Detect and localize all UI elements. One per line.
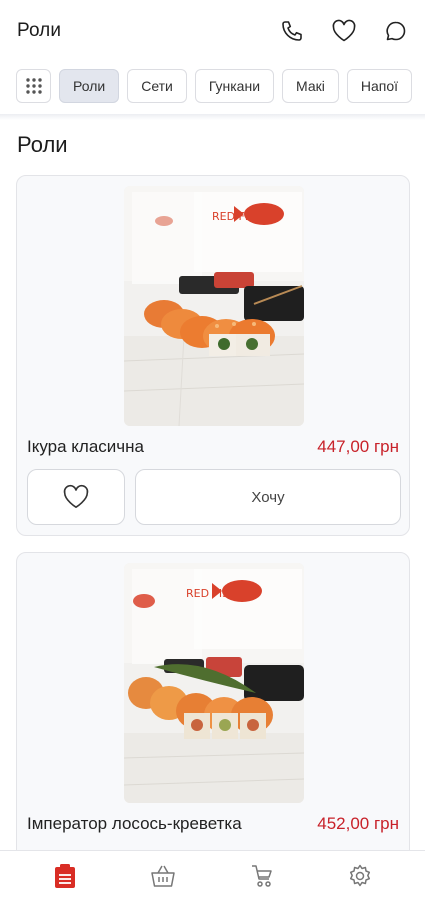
top-app-bar: Роли bbox=[0, 0, 425, 62]
grid-icon[interactable] bbox=[16, 69, 51, 103]
add-to-favorites-button[interactable] bbox=[27, 469, 125, 525]
header-actions bbox=[279, 18, 409, 44]
product-name: Імператор лосось-креветка bbox=[27, 814, 242, 833]
category-chip-napoi[interactable]: Напої bbox=[346, 69, 413, 103]
product-card: RED FISH Імператор лосось-креветка 452,0… bbox=[16, 552, 410, 872]
product-name: Ікура класична bbox=[27, 437, 144, 456]
product-photo[interactable]: RED FISH bbox=[124, 563, 304, 803]
heart-icon[interactable] bbox=[331, 18, 357, 44]
section-title: Роли bbox=[17, 132, 68, 157]
nav-menu[interactable] bbox=[45, 856, 85, 896]
header-divider bbox=[0, 114, 425, 120]
chat-icon[interactable] bbox=[383, 18, 409, 44]
product-photo[interactable]: RED FISH bbox=[124, 186, 304, 426]
settings-icon bbox=[349, 864, 370, 886]
category-chip-roly[interactable]: Роли bbox=[59, 69, 120, 103]
nav-delivery[interactable] bbox=[242, 856, 282, 896]
nav-basket[interactable] bbox=[143, 856, 183, 896]
product-price: 452,00 грн bbox=[317, 814, 399, 833]
bottom-navigation bbox=[0, 850, 425, 900]
category-chip-sety[interactable]: Сети bbox=[127, 69, 187, 103]
want-button[interactable]: Хочу bbox=[135, 469, 401, 525]
page-title: Роли bbox=[17, 20, 62, 41]
product-card: RED FISH Ікура класична 447 bbox=[16, 175, 410, 536]
category-chip-maki[interactable]: Макі bbox=[282, 69, 339, 103]
category-chips: Роли Сети Гункани Макі Напої bbox=[16, 69, 425, 103]
phone-icon[interactable] bbox=[279, 18, 305, 44]
delivery-icon bbox=[251, 864, 272, 887]
product-price: 447,00 грн bbox=[317, 437, 399, 456]
nav-settings[interactable] bbox=[340, 856, 380, 896]
menu-list-icon bbox=[55, 863, 76, 888]
heart-icon bbox=[63, 484, 89, 509]
category-chip-gunkany[interactable]: Гункани bbox=[194, 69, 275, 103]
basket-icon bbox=[151, 865, 176, 887]
